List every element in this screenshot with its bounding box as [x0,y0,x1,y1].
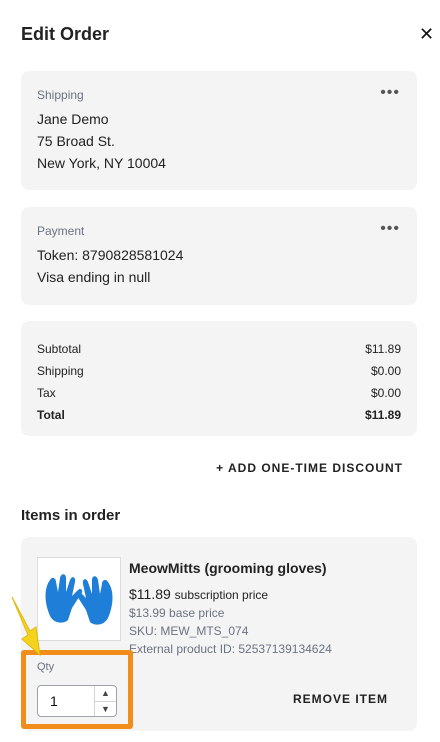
subtotal-value: $11.89 [365,342,401,356]
chevron-down-icon[interactable]: ▼ [95,701,116,716]
tax-label: Tax [37,386,56,400]
pointer-arrow-icon [11,596,41,657]
quantity-stepper[interactable]: 1 ▲ ▼ [37,685,117,717]
shipping-label: Shipping [37,88,84,102]
close-icon[interactable]: ✕ [419,22,434,46]
payment-token: Token: 8790828581024 [37,247,184,263]
shipping-cost-row: Shipping $0.00 [37,360,401,382]
shipping-card: Shipping ••• Jane Demo 75 Broad St. New … [21,71,417,190]
chevron-up-icon[interactable]: ▲ [95,686,116,701]
total-row: Total $11.89 [37,404,401,426]
qty-value[interactable]: 1 [50,693,58,709]
item-price-line: $11.89 subscription price [129,585,332,604]
total-value: $11.89 [364,408,401,422]
payment-card: Payment ••• Token: 8790828581024 Visa en… [21,207,417,305]
payment-card-info: Visa ending in null [37,269,151,285]
qty-label: Qty [37,661,55,673]
item-price-note: subscription price [174,588,269,602]
more-dots-icon[interactable]: ••• [380,221,400,237]
tax-row: Tax $0.00 [37,382,401,404]
item-name: MeowMitts (grooming gloves) [129,560,327,576]
item-price: $11.89 [129,586,171,602]
item-base-price: $13.99 base price [129,606,225,620]
shipping-street: 75 Broad St. [37,133,115,149]
shipping-cost-label: Shipping [37,364,84,378]
product-image [37,557,121,641]
shipping-name: Jane Demo [37,111,109,127]
header: Edit Order ✕ [21,22,434,48]
payment-label: Payment [37,224,85,238]
more-dots-icon[interactable]: ••• [380,85,400,101]
items-section-title: Items in order [21,507,121,524]
tax-value: $0.00 [370,386,401,400]
page-title: Edit Order [21,24,110,44]
add-discount-button[interactable]: + ADD ONE-TIME DISCOUNT [216,461,403,475]
shipping-city: New York, NY 10004 [37,155,166,171]
totals-card: Subtotal $11.89 Shipping $0.00 Tax $0.00… [21,321,417,436]
shipping-cost-value: $0.00 [370,364,401,378]
item-sku: SKU: MEW_MTS_074 [129,624,249,638]
total-label: Total [37,408,65,422]
subtotal-row: Subtotal $11.89 [37,338,401,360]
remove-item-button[interactable]: REMOVE ITEM [293,692,388,706]
item-external-id: External product ID: 52537139134624 [129,642,332,656]
stepper-buttons: ▲ ▼ [94,686,116,716]
subtotal-label: Subtotal [37,342,82,356]
item-info: MeowMitts (grooming gloves) $11.89 subsc… [129,559,332,658]
